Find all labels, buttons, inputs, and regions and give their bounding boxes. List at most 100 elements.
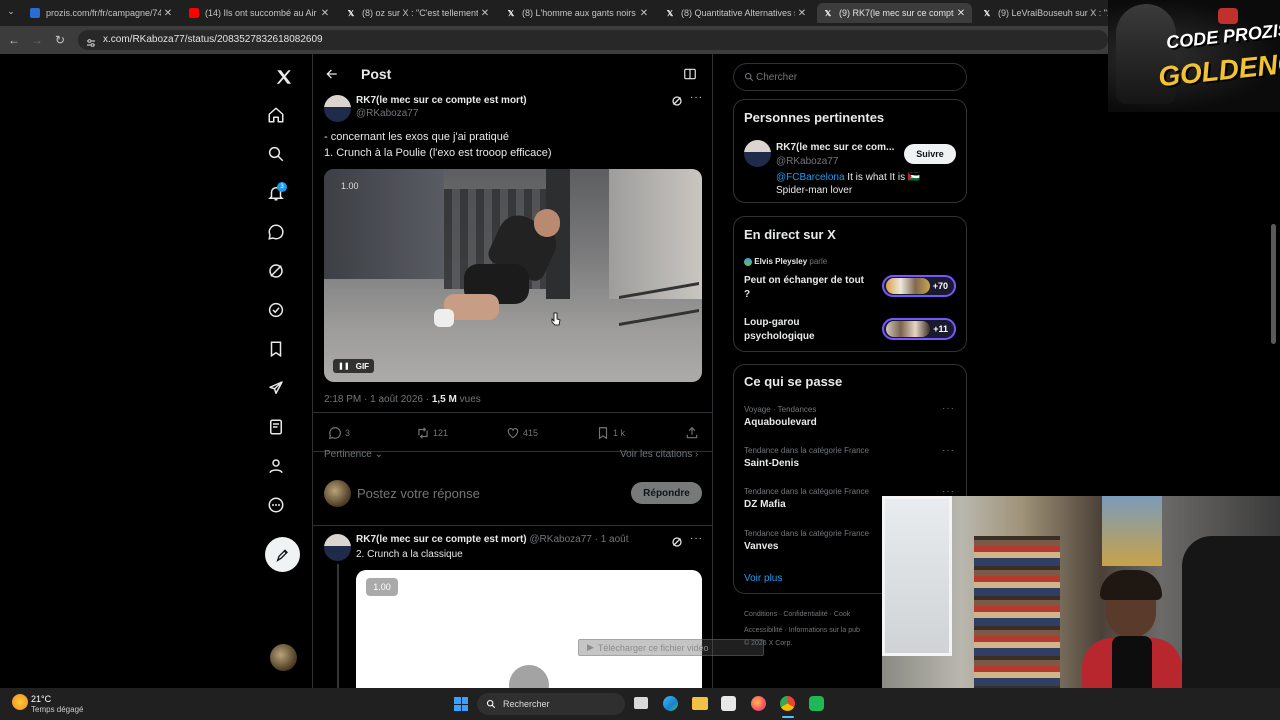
reply-input[interactable] <box>357 484 607 502</box>
weather-icon[interactable] <box>12 694 28 710</box>
reply-submit-button[interactable]: Répondre <box>631 482 702 504</box>
relevant-avatar[interactable] <box>744 140 771 167</box>
windows-start-icon[interactable] <box>454 697 468 711</box>
articles-icon[interactable] <box>263 414 289 440</box>
show-more-link[interactable]: Voir plus <box>744 573 782 584</box>
live-item-2-listeners[interactable]: +11 <box>882 318 956 340</box>
page-scrollbar[interactable] <box>1271 224 1276 344</box>
sort-dropdown[interactable]: Pertinence ⌄ <box>324 449 383 460</box>
sidebar-search-input[interactable] <box>756 70 956 84</box>
tweet-gif-media[interactable]: 1.00 ❚❚ GIF <box>324 169 702 382</box>
close-tab-icon[interactable]: ✕ <box>954 8 968 19</box>
tweet-time[interactable]: 2:18 PM · 1 août 2026 · <box>324 394 432 405</box>
more-options-icon[interactable]: ··· <box>690 92 703 103</box>
trend-2-name[interactable]: Saint-Denis <box>744 458 799 469</box>
bookmark-button[interactable]: 1 k <box>596 426 625 440</box>
relevant-name[interactable]: RK7(le mec sur ce com... <box>776 142 894 153</box>
profile-icon[interactable] <box>263 453 289 479</box>
live-item-2-title-1[interactable]: Loup-garou <box>744 317 800 328</box>
browser-tab-2[interactable]: (14) Ils ont succombé au Air fry ✕ <box>183 3 336 23</box>
share-button[interactable] <box>685 426 699 445</box>
reply-grok-icon[interactable] <box>671 535 683 547</box>
live-host-name[interactable]: Elvis Pleysley <box>754 257 807 266</box>
pause-icon[interactable]: ❚❚ <box>338 362 350 370</box>
task-view-icon[interactable] <box>634 697 648 709</box>
account-avatar[interactable] <box>270 644 297 671</box>
view-quotes-link[interactable]: Voir les citations › <box>620 449 698 460</box>
browser-tab-bar: ⌄ prozis.com/fr/fr/campagne/74t ✕ (14) Ils… <box>0 0 1280 26</box>
footer-terms-link[interactable]: Conditions <box>744 611 777 618</box>
premium-check-icon[interactable] <box>263 297 289 323</box>
close-tab-icon[interactable]: ✕ <box>795 8 809 19</box>
browser-tab-3[interactable]: 𝕏 (8) oz sur X : "C'est tellement le ✕ <box>340 3 496 23</box>
reply-author-handle[interactable]: @RKaboza77 <box>529 534 591 545</box>
play-button-icon[interactable] <box>509 665 549 688</box>
forward-arrow-icon[interactable]: → <box>31 33 43 47</box>
bio-mention-link[interactable]: @FCBarcelona <box>776 172 845 183</box>
close-tab-icon[interactable]: ✕ <box>318 8 332 19</box>
reply-author-name[interactable]: RK7(le mec sur ce compte est mort) <box>356 534 527 545</box>
reply-date[interactable]: · 1 août <box>595 534 629 545</box>
reload-icon[interactable]: ↻ <box>55 33 65 47</box>
browser-tab-5[interactable]: 𝕏 (8) Quantitative Alternatives su ✕ <box>659 3 813 23</box>
trend-3-name[interactable]: DZ Mafia <box>744 499 786 510</box>
weather-temp[interactable]: 21°C <box>31 694 51 704</box>
live-item-1-listeners[interactable]: +70 <box>882 275 956 297</box>
search-icon[interactable] <box>263 141 289 167</box>
download-video-hint[interactable]: ▶ Télécharger ce fichier vidéo <box>578 639 764 656</box>
footer-cookies-link[interactable]: Cook <box>834 611 850 618</box>
live-item-2-title-2[interactable]: psychologique <box>744 331 815 342</box>
reply-video-media[interactable]: 1.00 <box>356 570 702 688</box>
reply-author-avatar[interactable] <box>324 534 351 561</box>
trend-1-more-icon[interactable]: ··· <box>942 403 955 414</box>
trend-2-more-icon[interactable]: ··· <box>942 445 955 456</box>
retweet-button[interactable]: 121 <box>416 426 448 440</box>
live-item-1-title-1[interactable]: Peut on échanger de tout <box>744 275 864 286</box>
back-arrow-icon[interactable] <box>325 67 341 83</box>
more-circle-icon[interactable] <box>263 492 289 518</box>
taskbar-search[interactable]: Rechercher <box>477 693 625 715</box>
author-avatar[interactable] <box>324 95 351 122</box>
compose-post-button[interactable] <box>265 537 300 572</box>
x-logo-icon[interactable] <box>271 64 297 90</box>
close-tab-icon[interactable]: ✕ <box>478 8 492 19</box>
footer-ads-info-link[interactable]: Informations sur la pub <box>789 627 860 634</box>
sidebar-search[interactable] <box>733 63 967 91</box>
store-icon[interactable] <box>721 696 736 711</box>
firefox-icon[interactable] <box>751 696 766 711</box>
file-explorer-icon[interactable] <box>692 697 708 710</box>
grok-icon[interactable] <box>263 258 289 284</box>
messages-icon[interactable] <box>263 219 289 245</box>
home-icon[interactable] <box>263 102 289 128</box>
trend-4-name[interactable]: Vanves <box>744 541 778 552</box>
weather-label[interactable]: Temps dégagé <box>31 705 83 714</box>
like-button[interactable]: 415 <box>506 426 538 440</box>
follow-button[interactable]: Suivre <box>904 144 956 164</box>
trend-1-name[interactable]: Aquaboulevard <box>744 417 817 428</box>
reader-mode-icon[interactable] <box>683 67 697 81</box>
author-handle[interactable]: @RKaboza77 <box>356 108 418 119</box>
reply-more-options-icon[interactable]: ··· <box>690 533 703 544</box>
rocket-icon[interactable] <box>263 375 289 401</box>
footer-accessibility-label[interactable]: Accessibilité <box>744 627 783 634</box>
grok-explain-icon[interactable] <box>671 94 683 106</box>
reply-button[interactable]: 3 <box>328 426 350 440</box>
browser-tab-6[interactable]: 𝕏 (9) RK7(le mec sur ce compte e ✕ <box>817 3 972 23</box>
footer-privacy-link[interactable]: Confidentialité <box>783 611 827 618</box>
author-name[interactable]: RK7(le mec sur ce compte est mort) <box>356 95 527 106</box>
back-arrow-icon[interactable]: ← <box>8 33 20 47</box>
live-item-1-title-2[interactable]: ? <box>744 289 750 300</box>
app-icon-green[interactable] <box>809 696 824 711</box>
close-tab-icon[interactable]: ✕ <box>637 8 651 19</box>
tab-menu-chevron-icon[interactable]: ⌄ <box>4 6 18 20</box>
browser-tab-1[interactable]: prozis.com/fr/fr/campagne/74t ✕ <box>24 3 179 23</box>
site-info-icon[interactable] <box>86 35 96 47</box>
relevant-handle[interactable]: @RKaboza77 <box>776 156 838 167</box>
url-field[interactable]: x.com/RKaboza77/status/20835278326180826… <box>78 30 1108 50</box>
chrome-icon[interactable] <box>780 696 795 711</box>
edge-icon[interactable] <box>663 696 678 711</box>
browser-tab-4[interactable]: 𝕏 (8) L'homme aux gants noirs 🧤 ✕ <box>500 3 655 23</box>
gif-badge[interactable]: ❚❚ GIF <box>333 359 375 373</box>
bookmark-icon[interactable] <box>263 336 289 362</box>
close-tab-icon[interactable]: ✕ <box>161 8 175 19</box>
